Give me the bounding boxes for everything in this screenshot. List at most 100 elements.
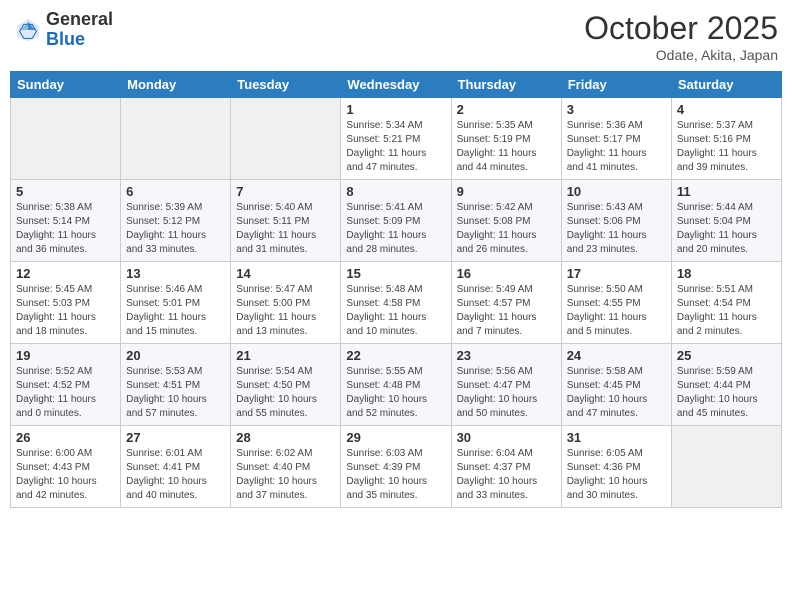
- day-info: Sunrise: 5:49 AM Sunset: 4:57 PM Dayligh…: [457, 283, 556, 339]
- calendar-table: SundayMondayTuesdayWednesdayThursdayFrid…: [10, 71, 782, 508]
- day-number: 26: [16, 430, 115, 445]
- calendar-cell: 19Sunrise: 5:52 AM Sunset: 4:52 PM Dayli…: [11, 344, 121, 426]
- day-number: 15: [346, 266, 445, 281]
- weekday-header-tuesday: Tuesday: [231, 72, 341, 98]
- calendar-cell: 22 Sunrise: 5:55 AM Sunset: 4:48 PM Dayli…: [341, 344, 451, 426]
- day-number: 18: [677, 266, 776, 281]
- day-number: 23: [457, 348, 556, 363]
- day-number: 12: [16, 266, 115, 281]
- calendar-cell: 3 Sunrise: 5:36 AM Sunset: 5:17 PM Daylig…: [561, 98, 671, 180]
- day-number: 6: [126, 184, 225, 199]
- day-info: Sunrise: 6:00 AM Sunset: 4:43 PM Dayligh…: [16, 447, 115, 503]
- calendar-cell: 29 Sunrise: 6:03 AM Sunset: 4:39 PM Dayli…: [341, 426, 451, 508]
- day-info: Sunrise: 5:39 AM Sunset: 5:12 PM Dayligh…: [126, 201, 225, 257]
- day-number: 19: [16, 348, 115, 363]
- calendar-cell: 24 Sunrise: 5:58 AM Sunset: 4:45 PM Dayli…: [561, 344, 671, 426]
- day-number: 16: [457, 266, 556, 281]
- calendar-cell: 5Sunrise: 5:38 AM Sunset: 5:14 PM Daylig…: [11, 180, 121, 262]
- day-number: 31: [567, 430, 666, 445]
- calendar-cell: 23 Sunrise: 5:56 AM Sunset: 4:47 PM Dayli…: [451, 344, 561, 426]
- day-info: Sunrise: 5:56 AM Sunset: 4:47 PM Dayligh…: [457, 365, 556, 421]
- calendar-cell: 18 Sunrise: 5:51 AM Sunset: 4:54 PM Dayli…: [671, 262, 781, 344]
- calendar-week-row: 5Sunrise: 5:38 AM Sunset: 5:14 PM Daylig…: [11, 180, 782, 262]
- calendar-cell: [671, 426, 781, 508]
- day-number: 25: [677, 348, 776, 363]
- calendar-cell: 4Sunrise: 5:37 AM Sunset: 5:16 PM Daylig…: [671, 98, 781, 180]
- day-number: 2: [457, 102, 556, 117]
- day-info: Sunrise: 5:58 AM Sunset: 4:45 PM Dayligh…: [567, 365, 666, 421]
- logo-general: General: [46, 9, 113, 29]
- calendar-cell: 9Sunrise: 5:42 AM Sunset: 5:08 PM Daylig…: [451, 180, 561, 262]
- day-number: 9: [457, 184, 556, 199]
- day-number: 14: [236, 266, 335, 281]
- day-info: Sunrise: 5:48 AM Sunset: 4:58 PM Dayligh…: [346, 283, 445, 339]
- calendar-cell: 1 Sunrise: 5:34 AM Sunset: 5:21 PM Daylig…: [341, 98, 451, 180]
- day-number: 28: [236, 430, 335, 445]
- day-number: 30: [457, 430, 556, 445]
- day-info: Sunrise: 6:01 AM Sunset: 4:41 PM Dayligh…: [126, 447, 225, 503]
- calendar-cell: 20Sunrise: 5:53 AM Sunset: 4:51 PM Dayli…: [121, 344, 231, 426]
- calendar-cell: 7 Sunrise: 5:40 AM Sunset: 5:11 PM Daylig…: [231, 180, 341, 262]
- calendar-cell: [11, 98, 121, 180]
- calendar-week-row: 19Sunrise: 5:52 AM Sunset: 4:52 PM Dayli…: [11, 344, 782, 426]
- calendar-cell: 28Sunrise: 6:02 AM Sunset: 4:40 PM Dayli…: [231, 426, 341, 508]
- location-subtitle: Odate, Akita, Japan: [584, 47, 778, 63]
- day-number: 29: [346, 430, 445, 445]
- day-number: 21: [236, 348, 335, 363]
- day-number: 20: [126, 348, 225, 363]
- day-info: Sunrise: 6:03 AM Sunset: 4:39 PM Dayligh…: [346, 447, 445, 503]
- day-info: Sunrise: 6:05 AM Sunset: 4:36 PM Dayligh…: [567, 447, 666, 503]
- calendar-cell: 2Sunrise: 5:35 AM Sunset: 5:19 PM Daylig…: [451, 98, 561, 180]
- day-info: Sunrise: 5:47 AM Sunset: 5:00 PM Dayligh…: [236, 283, 335, 339]
- day-number: 5: [16, 184, 115, 199]
- day-info: Sunrise: 6:04 AM Sunset: 4:37 PM Dayligh…: [457, 447, 556, 503]
- day-info: Sunrise: 5:40 AM Sunset: 5:11 PM Dayligh…: [236, 201, 335, 257]
- calendar-cell: 8 Sunrise: 5:41 AM Sunset: 5:09 PM Daylig…: [341, 180, 451, 262]
- day-number: 1: [346, 102, 445, 117]
- weekday-header-friday: Friday: [561, 72, 671, 98]
- calendar-cell: 14 Sunrise: 5:47 AM Sunset: 5:00 PM Dayli…: [231, 262, 341, 344]
- calendar-cell: 16 Sunrise: 5:49 AM Sunset: 4:57 PM Dayli…: [451, 262, 561, 344]
- calendar-cell: 11Sunrise: 5:44 AM Sunset: 5:04 PM Dayli…: [671, 180, 781, 262]
- day-info: Sunrise: 5:59 AM Sunset: 4:44 PM Dayligh…: [677, 365, 776, 421]
- day-number: 22: [346, 348, 445, 363]
- day-info: Sunrise: 5:45 AM Sunset: 5:03 PM Dayligh…: [16, 283, 115, 339]
- calendar-week-row: 12 Sunrise: 5:45 AM Sunset: 5:03 PM Dayli…: [11, 262, 782, 344]
- day-info: Sunrise: 5:41 AM Sunset: 5:09 PM Dayligh…: [346, 201, 445, 257]
- day-number: 27: [126, 430, 225, 445]
- logo-icon: [14, 16, 42, 44]
- calendar-cell: 13 Sunrise: 5:46 AM Sunset: 5:01 PM Dayli…: [121, 262, 231, 344]
- logo-blue: Blue: [46, 29, 85, 49]
- day-number: 13: [126, 266, 225, 281]
- calendar-cell: [231, 98, 341, 180]
- day-info: Sunrise: 5:54 AM Sunset: 4:50 PM Dayligh…: [236, 365, 335, 421]
- calendar-cell: 17Sunrise: 5:50 AM Sunset: 4:55 PM Dayli…: [561, 262, 671, 344]
- day-number: 24: [567, 348, 666, 363]
- weekday-header-sunday: Sunday: [11, 72, 121, 98]
- calendar-cell: 26 Sunrise: 6:00 AM Sunset: 4:43 PM Dayli…: [11, 426, 121, 508]
- weekday-header-monday: Monday: [121, 72, 231, 98]
- title-block: October 2025 Odate, Akita, Japan: [584, 10, 778, 63]
- month-title: October 2025: [584, 10, 778, 47]
- day-info: Sunrise: 5:51 AM Sunset: 4:54 PM Dayligh…: [677, 283, 776, 339]
- day-info: Sunrise: 5:46 AM Sunset: 5:01 PM Dayligh…: [126, 283, 225, 339]
- day-info: Sunrise: 5:34 AM Sunset: 5:21 PM Dayligh…: [346, 119, 445, 175]
- day-number: 4: [677, 102, 776, 117]
- day-number: 8: [346, 184, 445, 199]
- day-number: 3: [567, 102, 666, 117]
- day-info: Sunrise: 5:36 AM Sunset: 5:17 PM Dayligh…: [567, 119, 666, 175]
- weekday-header-row: SundayMondayTuesdayWednesdayThursdayFrid…: [11, 72, 782, 98]
- calendar-cell: [121, 98, 231, 180]
- calendar-cell: 10Sunrise: 5:43 AM Sunset: 5:06 PM Dayli…: [561, 180, 671, 262]
- calendar-cell: 6 Sunrise: 5:39 AM Sunset: 5:12 PM Daylig…: [121, 180, 231, 262]
- page-header: General Blue October 2025 Odate, Akita, …: [10, 10, 782, 63]
- calendar-cell: 21 Sunrise: 5:54 AM Sunset: 4:50 PM Dayli…: [231, 344, 341, 426]
- day-info: Sunrise: 5:55 AM Sunset: 4:48 PM Dayligh…: [346, 365, 445, 421]
- day-number: 7: [236, 184, 335, 199]
- calendar-cell: 25 Sunrise: 5:59 AM Sunset: 4:44 PM Dayli…: [671, 344, 781, 426]
- weekday-header-thursday: Thursday: [451, 72, 561, 98]
- calendar-cell: 30 Sunrise: 6:04 AM Sunset: 4:37 PM Dayli…: [451, 426, 561, 508]
- logo: General Blue: [14, 10, 113, 50]
- calendar-cell: 27 Sunrise: 6:01 AM Sunset: 4:41 PM Dayli…: [121, 426, 231, 508]
- logo-text: General Blue: [46, 10, 113, 50]
